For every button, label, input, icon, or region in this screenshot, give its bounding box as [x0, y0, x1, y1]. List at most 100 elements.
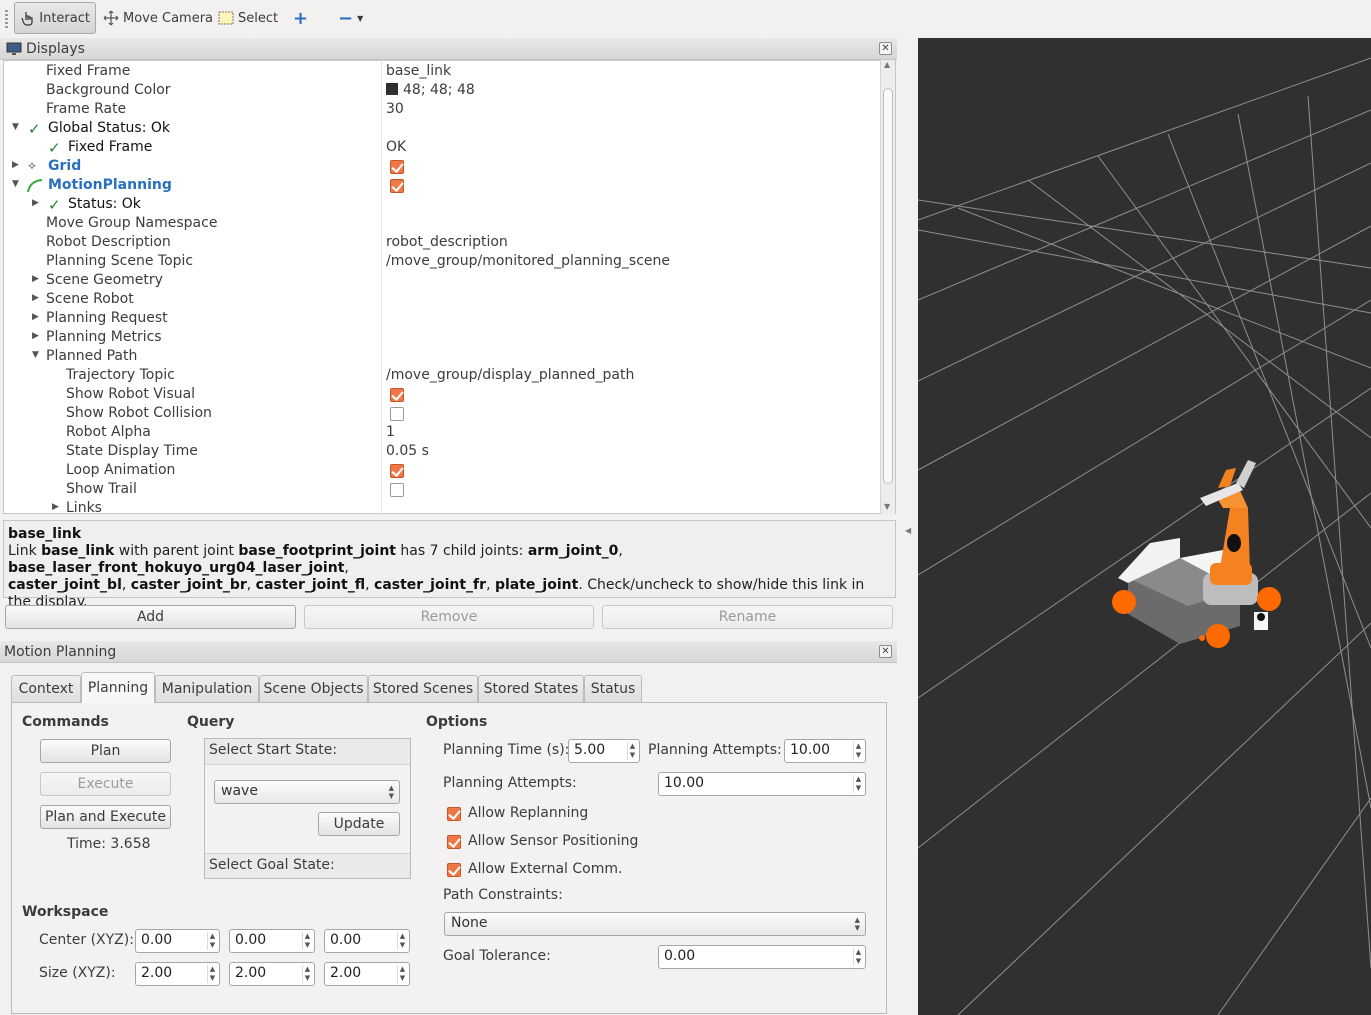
expanded-arrow-icon[interactable]: ▼ [32, 350, 39, 360]
scroll-up-icon[interactable]: ▲ [884, 60, 890, 69]
plan-and-execute-button[interactable]: Plan and Execute [40, 805, 171, 829]
remove-display-button[interactable]: Remove [304, 605, 594, 629]
tree-row-show-robot-collision[interactable]: Show Robot Collision [4, 404, 882, 423]
tab-stored-scenes[interactable]: Stored Scenes [368, 675, 478, 702]
tree-row-loop-animation[interactable]: Loop Animation [4, 461, 882, 480]
tree-row-status[interactable]: ▶ ✓ Status: Ok [4, 195, 882, 214]
size-z-spinbox[interactable]: 2.00 ▲ ▼ [324, 962, 410, 986]
remove-tool-button[interactable]: − ▼ [333, 2, 368, 34]
tree-row-robot-description[interactable]: Robot Description robot_description [4, 233, 882, 252]
tree-row-global-status[interactable]: ▼ ✓ Global Status: Ok [4, 119, 882, 138]
tree-row-motion-planning[interactable]: ▼ MotionPlanning [4, 176, 882, 195]
tree-row-state-display-time[interactable]: State Display Time 0.05 s [4, 442, 882, 461]
size-y-spinbox[interactable]: 2.00 ▲ ▼ [229, 962, 315, 986]
tree-row-planning-request[interactable]: ▶ Planning Request [4, 309, 882, 328]
row-value[interactable]: 0.05 s [386, 443, 429, 459]
spin-arrows-icon[interactable]: ▲ ▼ [853, 775, 863, 793]
row-value[interactable]: base_link [386, 63, 451, 79]
collapsed-arrow-icon[interactable]: ▶ [32, 312, 39, 322]
tree-row-planned-path[interactable]: ▼ Planned Path [4, 347, 882, 366]
tree-row-show-trail[interactable]: Show Trail [4, 480, 882, 499]
tab-context[interactable]: Context [11, 675, 81, 702]
toolbar-grip[interactable] [5, 10, 8, 28]
goal-tolerance-spinbox[interactable]: 0.00 ▲ ▼ [658, 945, 866, 969]
tree-row-fixed-frame[interactable]: Fixed Frame base_link [4, 62, 882, 81]
add-tool-button[interactable]: + [288, 2, 313, 34]
show-robot-visual-checkbox[interactable] [390, 388, 404, 402]
spin-arrows-icon[interactable]: ▲ ▼ [302, 932, 312, 950]
show-trail-checkbox[interactable] [390, 483, 404, 497]
spin-arrows-icon[interactable]: ▲ ▼ [302, 965, 312, 983]
expanded-arrow-icon[interactable]: ▼ [12, 122, 19, 132]
add-display-button[interactable]: Add [5, 605, 296, 629]
tree-row-background-color[interactable]: Background Color 48; 48; 48 [4, 81, 882, 100]
tab-scene-objects[interactable]: Scene Objects [259, 675, 368, 702]
tree-row-show-robot-visual[interactable]: Show Robot Visual [4, 385, 882, 404]
tree-row-scene-geometry[interactable]: ▶ Scene Geometry [4, 271, 882, 290]
collapsed-arrow-icon[interactable]: ▶ [32, 198, 39, 208]
move-camera-tool-button[interactable]: Move Camera [98, 2, 218, 34]
interact-tool-button[interactable]: Interact [14, 2, 96, 34]
motion-planning-enabled-checkbox[interactable] [390, 179, 404, 193]
tree-scrollbar-thumb[interactable] [883, 88, 893, 484]
tree-row-links[interactable]: ▶ Links [4, 499, 882, 513]
start-state-select[interactable]: wave ▲ ▼ [214, 780, 400, 804]
center-z-spinbox[interactable]: 0.00 ▲ ▼ [324, 929, 410, 953]
collapsed-arrow-icon[interactable]: ▶ [52, 502, 59, 512]
tree-row-move-group-namespace[interactable]: Move Group Namespace [4, 214, 882, 233]
tree-row-frame-rate[interactable]: Frame Rate 30 [4, 100, 882, 119]
spin-arrows-icon[interactable]: ▲ ▼ [207, 932, 217, 950]
tab-manipulation[interactable]: Manipulation [155, 675, 259, 702]
row-value[interactable]: 30 [386, 101, 404, 117]
row-value[interactable]: 48; 48; 48 [386, 82, 475, 98]
center-y-spinbox[interactable]: 0.00 ▲ ▼ [229, 929, 315, 953]
render-3d-view[interactable] [918, 38, 1371, 1015]
path-constraints-select[interactable]: None ▲ ▼ [444, 912, 866, 936]
tree-column-divider[interactable] [381, 60, 382, 514]
plan-button[interactable]: Plan [40, 739, 171, 763]
tree-row-trajectory-topic[interactable]: Trajectory Topic /move_group/display_pla… [4, 366, 882, 385]
allow-sensor-positioning-checkbox[interactable] [447, 835, 461, 849]
tree-row-planning-metrics[interactable]: ▶ Planning Metrics [4, 328, 882, 347]
center-x-spinbox[interactable]: 0.00 ▲ ▼ [135, 929, 220, 953]
row-value[interactable]: /move_group/display_planned_path [386, 367, 634, 383]
update-button[interactable]: Update [318, 812, 400, 836]
collapsed-arrow-icon[interactable]: ▶ [32, 331, 39, 341]
execute-button[interactable]: Execute [40, 772, 171, 796]
tab-stored-states[interactable]: Stored States [478, 675, 584, 702]
loop-animation-checkbox[interactable] [390, 464, 404, 478]
collapsed-arrow-icon[interactable]: ▶ [12, 160, 19, 170]
spin-arrows-icon[interactable]: ▲ ▼ [397, 965, 407, 983]
show-robot-collision-checkbox[interactable] [390, 407, 404, 421]
tree-row-planning-scene-topic[interactable]: Planning Scene Topic /move_group/monitor… [4, 252, 882, 271]
tab-status[interactable]: Status [584, 675, 642, 702]
collapsed-arrow-icon[interactable]: ▶ [32, 293, 39, 303]
spin-arrows-icon[interactable]: ▲ ▼ [207, 965, 217, 983]
displays-close-button[interactable]: ✕ [879, 42, 892, 55]
expanded-arrow-icon[interactable]: ▼ [12, 179, 19, 189]
spin-arrows-icon[interactable]: ▲ ▼ [853, 948, 863, 966]
select-tool-button[interactable]: Select [213, 2, 283, 34]
row-value[interactable]: robot_description [386, 234, 508, 250]
tree-row-robot-alpha[interactable]: Robot Alpha 1 [4, 423, 882, 442]
planning-attempts-spinbox-2[interactable]: 10.00 ▲ ▼ [658, 772, 866, 796]
spin-arrows-icon[interactable]: ▲ ▼ [853, 742, 863, 760]
allow-replanning-checkbox[interactable] [447, 807, 461, 821]
tab-planning[interactable]: Planning [81, 672, 155, 703]
row-value[interactable]: /move_group/monitored_planning_scene [386, 253, 670, 269]
spin-arrows-icon[interactable]: ▲ ▼ [627, 742, 637, 760]
scroll-down-icon[interactable]: ▼ [884, 502, 890, 511]
planning-time-spinbox[interactable]: 5.00 ▲ ▼ [568, 739, 640, 763]
splitter-arrow-icon[interactable]: ◀ [905, 526, 911, 535]
tree-row-fixed-frame-status[interactable]: ✓ Fixed Frame OK [4, 138, 882, 157]
allow-external-comm-checkbox[interactable] [447, 863, 461, 877]
size-x-spinbox[interactable]: 2.00 ▲ ▼ [135, 962, 220, 986]
grid-enabled-checkbox[interactable] [390, 160, 404, 174]
row-value[interactable]: 1 [386, 424, 395, 440]
tree-row-scene-robot[interactable]: ▶ Scene Robot [4, 290, 882, 309]
motion-planning-close-button[interactable]: ✕ [879, 645, 892, 658]
collapsed-arrow-icon[interactable]: ▶ [32, 274, 39, 284]
rename-display-button[interactable]: Rename [602, 605, 893, 629]
spin-arrows-icon[interactable]: ▲ ▼ [397, 932, 407, 950]
tree-row-grid[interactable]: ▶ ⟡ Grid [4, 157, 882, 176]
